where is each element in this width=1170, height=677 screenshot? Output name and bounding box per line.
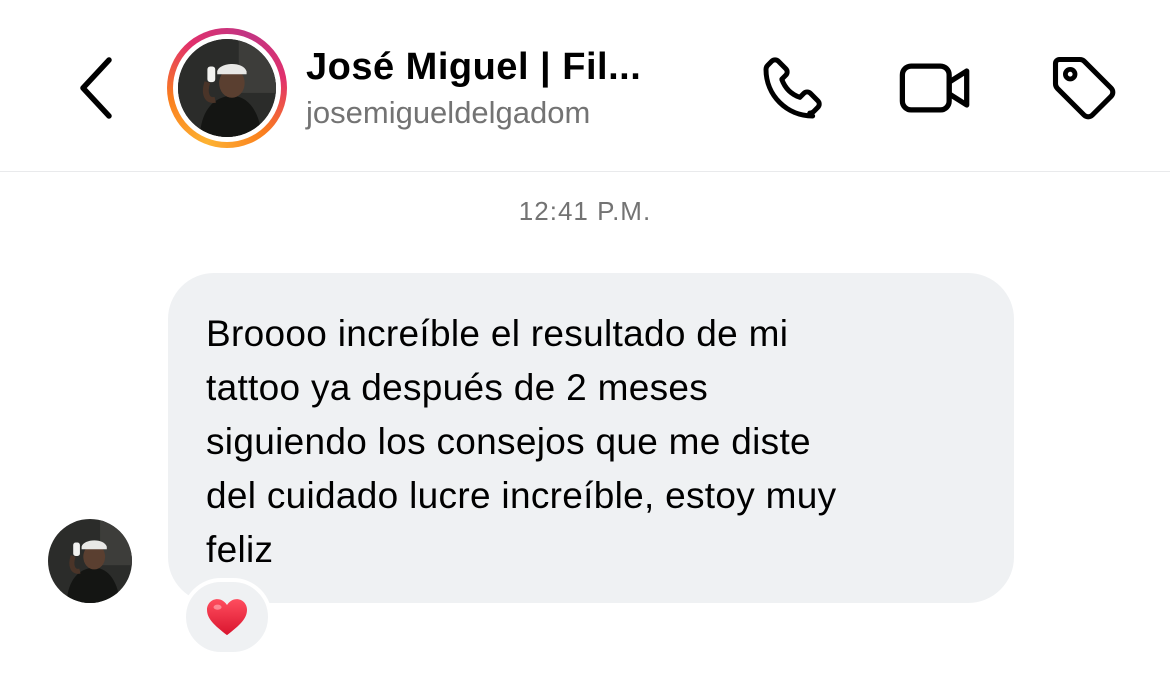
back-button[interactable] [62, 48, 132, 128]
back-chevron-icon [80, 57, 112, 119]
heart-reaction-icon [207, 599, 247, 636]
audio-call-button[interactable] [756, 50, 832, 126]
tag-icon [1052, 56, 1116, 120]
video-camera-icon [899, 63, 970, 113]
contact-username: josemigueldelgadom [306, 95, 591, 130]
contact-avatar [178, 39, 276, 137]
chat-header: José Miguel | Fil... josemigueldelgadom [0, 0, 1170, 172]
contact-avatar-story-ring[interactable] [167, 28, 287, 148]
sender-avatar[interactable] [48, 519, 132, 603]
sender-avatar-photo [48, 519, 132, 603]
message-reaction[interactable] [182, 578, 272, 656]
message-bubble[interactable]: Broooo increíble el resultado de mi tatt… [168, 273, 1014, 603]
contact-title[interactable]: José Miguel | Fil... josemigueldelgadom [306, 44, 726, 132]
message-timestamp: 12:41 P.M. [518, 196, 652, 226]
contact-name: José Miguel | Fil... [306, 46, 642, 88]
label-tag-button[interactable] [1046, 50, 1122, 126]
message-text: Broooo increíble el resultado de mi tatt… [206, 313, 837, 570]
video-call-button[interactable] [898, 50, 974, 126]
phone-icon [763, 57, 822, 119]
